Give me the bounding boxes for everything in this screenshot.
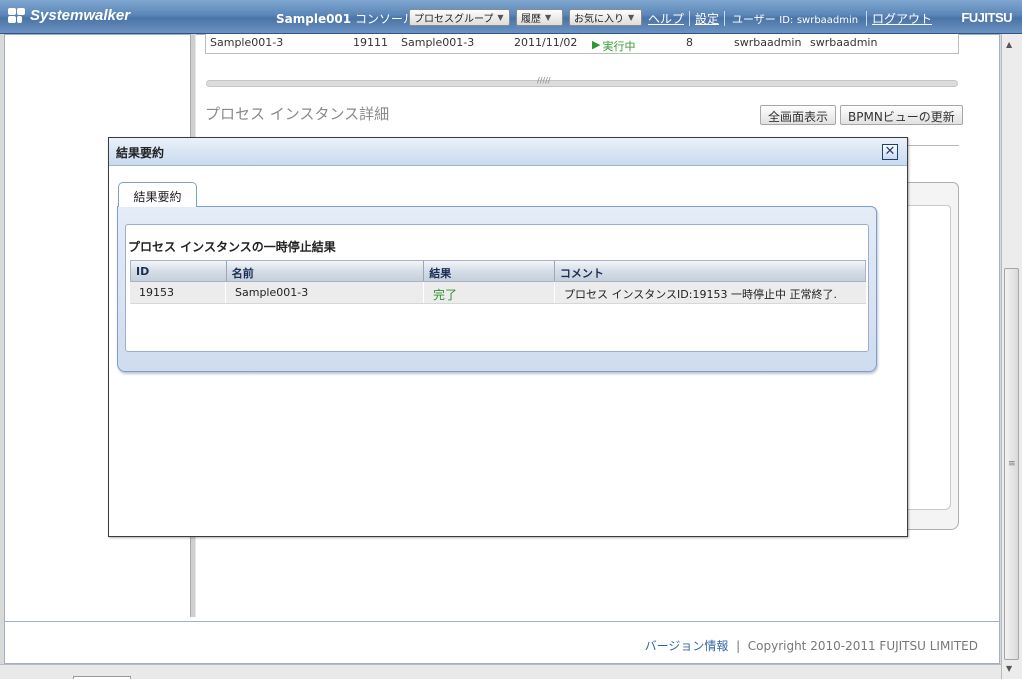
logout-link[interactable]: ログアウト: [872, 10, 932, 27]
result-summary-dialog: 結果要約 ✕ 結果要約 プロセス インスタンスの一時停止結果 ID 名前 結果 …: [108, 137, 908, 537]
systemwalker-logo-icon: [8, 7, 26, 24]
close-icon[interactable]: ✕: [882, 144, 898, 160]
cell-comment: プロセス インスタンスID:19153 一時停止中 正常終了.: [564, 288, 837, 301]
result-table: ID 名前 結果 コメント 19153 Sample001-3 完了 プロセス …: [130, 260, 866, 304]
column-header-result[interactable]: 結果: [424, 261, 555, 281]
user-info: ユーザー ID: swrbaadmin: [732, 11, 858, 27]
column-header-id[interactable]: ID: [131, 261, 227, 281]
bpmn-canvas: [906, 205, 951, 510]
systemwalker-logo: Systemwalker: [8, 7, 130, 24]
row-name: Sample001-3: [210, 36, 284, 49]
section-heading: プロセス インスタンス詳細: [205, 105, 390, 123]
favorites-label: お気に入り: [574, 14, 624, 25]
footer-separator: |: [736, 639, 741, 653]
result-heading: プロセス インスタンスの一時停止結果: [128, 240, 336, 254]
column-header-comment[interactable]: コメント: [555, 261, 865, 281]
tab-panel: プロセス インスタンスの一時停止結果 ID 名前 結果 コメント 19153 S…: [117, 206, 877, 372]
row-user2: swrbaadmin: [810, 36, 878, 49]
dialog-header[interactable]: 結果要約 ✕: [109, 138, 907, 166]
user-label: ユーザー: [732, 13, 776, 26]
user-id: swrbaadmin: [796, 15, 859, 26]
chevron-down-icon: ▼: [628, 13, 635, 22]
help-link[interactable]: ヘルプ: [648, 10, 684, 27]
console-title: Sample001 コンソール: [276, 10, 415, 27]
table-row[interactable]: 19153 Sample001-3 完了 プロセス インスタンスID:19153…: [130, 282, 866, 304]
fullscreen-button[interactable]: 全画面表示: [760, 105, 837, 125]
divider: [724, 11, 725, 26]
top-bar: Systemwalker Sample001 コンソール プロセスグループ ▼ …: [0, 0, 1022, 34]
row-count: 8: [686, 36, 693, 49]
divider: [906, 145, 959, 146]
column-header-name[interactable]: 名前: [227, 261, 425, 281]
chevron-down-icon: ▼: [497, 13, 504, 22]
grip-icon: ≡: [1008, 459, 1016, 469]
scroll-up-icon[interactable]: ▲: [1006, 40, 1012, 49]
copyright-text: Copyright 2010-2011 FUJITSU LIMITED: [747, 639, 978, 653]
divider: [866, 11, 867, 26]
history-menu[interactable]: 履歴 ▼: [516, 9, 563, 26]
status-text: 実行中: [602, 40, 636, 53]
divider: [4, 621, 1000, 622]
result-box: プロセス インスタンスの一時停止結果 ID 名前 結果 コメント 19153 S…: [125, 224, 869, 352]
table-header: ID 名前 結果 コメント: [130, 260, 866, 282]
play-icon: ▶: [592, 38, 601, 51]
cell-result: 完了: [424, 282, 555, 303]
user-id-prefix: ID:: [779, 15, 794, 26]
dialog-title: 結果要約: [116, 146, 165, 160]
favorites-menu[interactable]: お気に入り ▼: [569, 9, 642, 26]
history-label: 履歴: [521, 14, 541, 25]
version-info-link[interactable]: バージョン情報: [645, 639, 729, 653]
row-status: ▶ 実行中: [592, 36, 636, 53]
scroll-down-icon[interactable]: ▼: [1006, 664, 1012, 673]
grip-icon: /////: [537, 76, 551, 85]
cell-name: Sample001-3: [226, 282, 424, 303]
console-name: Sample001: [276, 12, 352, 26]
tab-result-summary[interactable]: 結果要約: [118, 182, 197, 207]
process-group-label: プロセスグループ: [414, 14, 494, 25]
divider: [689, 11, 690, 26]
status-strip: [0, 664, 1001, 679]
footer: バージョン情報 | Copyright 2010-2011 FUJITSU LI…: [645, 637, 978, 654]
row-date: 2011/11/02: [514, 36, 578, 49]
row-id: 19111: [353, 36, 388, 49]
row-process: Sample001-3: [401, 36, 475, 49]
process-group-menu[interactable]: プロセスグループ ▼: [409, 9, 510, 26]
row-user1: swrbaadmin: [734, 36, 802, 49]
refresh-bpmn-button[interactable]: BPMNビューの更新: [840, 105, 963, 125]
fujitsu-logo: FUJITSU: [961, 10, 1012, 25]
chevron-down-icon: ▼: [545, 13, 552, 22]
horizontal-splitter[interactable]: /////: [206, 76, 958, 87]
table-row[interactable]: Sample001-3 19111 Sample001-3 2011/11/02…: [205, 34, 959, 54]
console-suffix: コンソール: [354, 12, 415, 26]
cell-id: 19153: [130, 282, 226, 303]
logo-text: Systemwalker: [30, 7, 131, 24]
settings-link[interactable]: 設定: [695, 10, 719, 27]
